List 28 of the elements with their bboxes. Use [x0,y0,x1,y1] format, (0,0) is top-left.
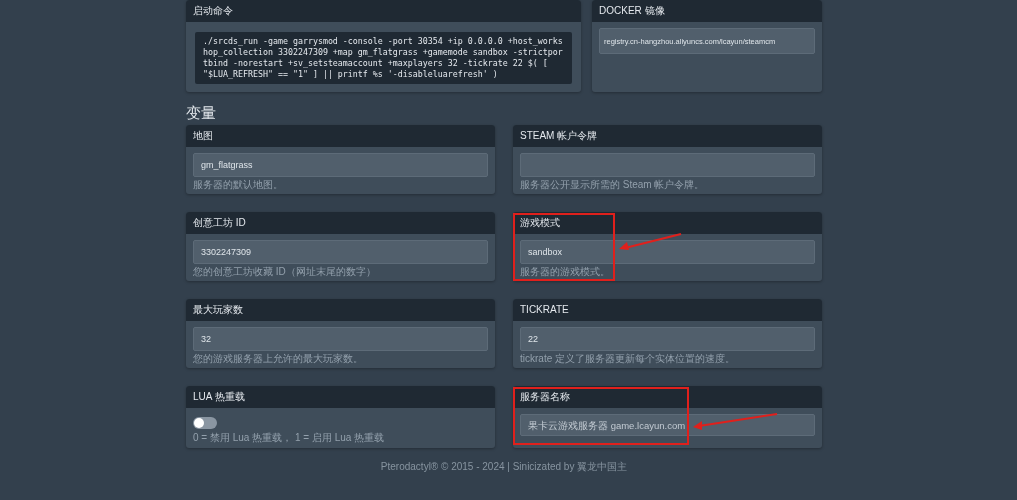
startup-command: ./srcds_run -game garrysmod -console -port 30354 +ip 0.0.0.0 +host_workshop_collection 3302247309 +map gm_flatgrass +gamemode sandbox -strictportbind -norestart +sv_setsteamaccount +maxplayers 32 -tickrate 22 $( [ "$LUA_REFRESH" == "1" ] || printf %s '-disableluarefresh' ) [195,32,572,84]
text-field[interactable] [520,153,815,177]
variable-label: STEAM 帐户令牌 [513,125,822,147]
variable-label: TICKRATE [513,299,822,321]
variable-description: 您的创意工坊收藏 ID（网址末尾的数字） [193,266,377,277]
variable-description: 服务器的默认地图。 [193,179,284,190]
variable-description: 服务器公开显示所需的 Steam 帐户令牌。 [520,179,706,190]
annotation-arrow [619,234,681,250]
card-title: 启动命令 [186,0,581,22]
variable-label: 地图 [186,125,495,147]
footer-text: Pterodactyl® © 2015 - 2024 | Sinicizated by 翼龙中国主 [379,460,629,474]
text-field[interactable]: 22 [520,327,815,351]
text-field[interactable]: gm_flatgrass [193,153,488,177]
text-field[interactable]: 果卡云游戏服务器 game.lcayun.com [520,414,815,436]
variable-description: tickrate 定义了服务器更新每个实体位置的速度。 [520,353,736,364]
variable-label: LUA 热重载 [186,386,495,408]
card-title: DOCKER 镜像 [592,0,822,22]
variable-label: 服务器名称 [513,386,822,408]
variable-description: 服务器的游戏模式。 [520,266,611,277]
toggle-switch[interactable] [193,417,217,429]
text-field[interactable]: 32 [193,327,488,351]
text-field[interactable]: sandbox [520,240,815,264]
text-field[interactable]: 3302247309 [193,240,488,264]
variable-label: 创意工坊 ID [186,212,495,234]
variable-label: 游戏模式 [513,212,822,234]
section-title: 变量 [186,104,217,122]
variable-description: 0 = 禁用 Lua 热重载， 1 = 启用 Lua 热重载 [193,432,386,443]
variable-label: 最大玩家数 [186,299,495,321]
